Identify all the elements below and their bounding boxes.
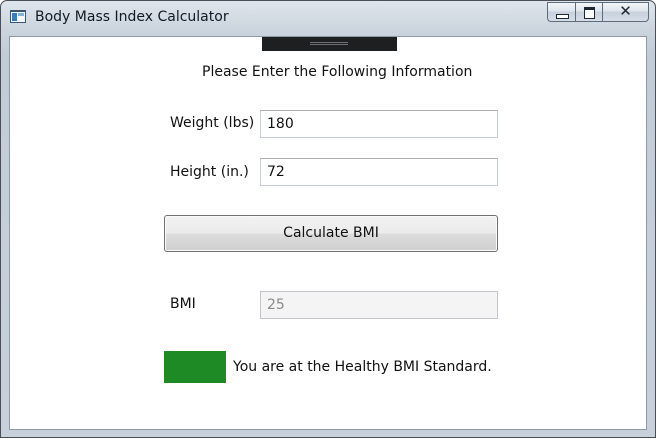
bmi-label: BMI [170,296,196,312]
grip-icon [310,42,348,45]
instructions-text: Please Enter the Following Information [202,64,473,80]
bmi-output[interactable] [260,291,498,319]
title-bar[interactable]: Body Mass Index Calculator ✕ [1,1,655,32]
client-area: Please Enter the Following Information W… [9,36,647,430]
app-window: Body Mass Index Calculator ✕ Please Ente… [0,0,656,438]
maximize-icon [584,7,595,19]
drag-handle[interactable] [262,37,397,51]
bmi-status-indicator [164,351,226,383]
height-label: Height (in.) [170,164,249,180]
close-icon: ✕ [619,2,632,20]
calculate-bmi-button[interactable]: Calculate BMI [164,215,498,252]
minimize-icon [556,14,569,19]
weight-label: Weight (lbs) [170,115,255,131]
caption-buttons: ✕ [547,2,649,22]
height-input[interactable] [260,158,498,186]
bmi-status-text: You are at the Healthy BMI Standard. [233,359,492,375]
maximize-button[interactable] [575,2,602,22]
window-title: Body Mass Index Calculator [35,9,229,25]
close-button[interactable]: ✕ [602,2,649,22]
app-window-icon[interactable] [10,10,26,23]
weight-input[interactable] [260,110,498,138]
minimize-button[interactable] [547,2,575,22]
